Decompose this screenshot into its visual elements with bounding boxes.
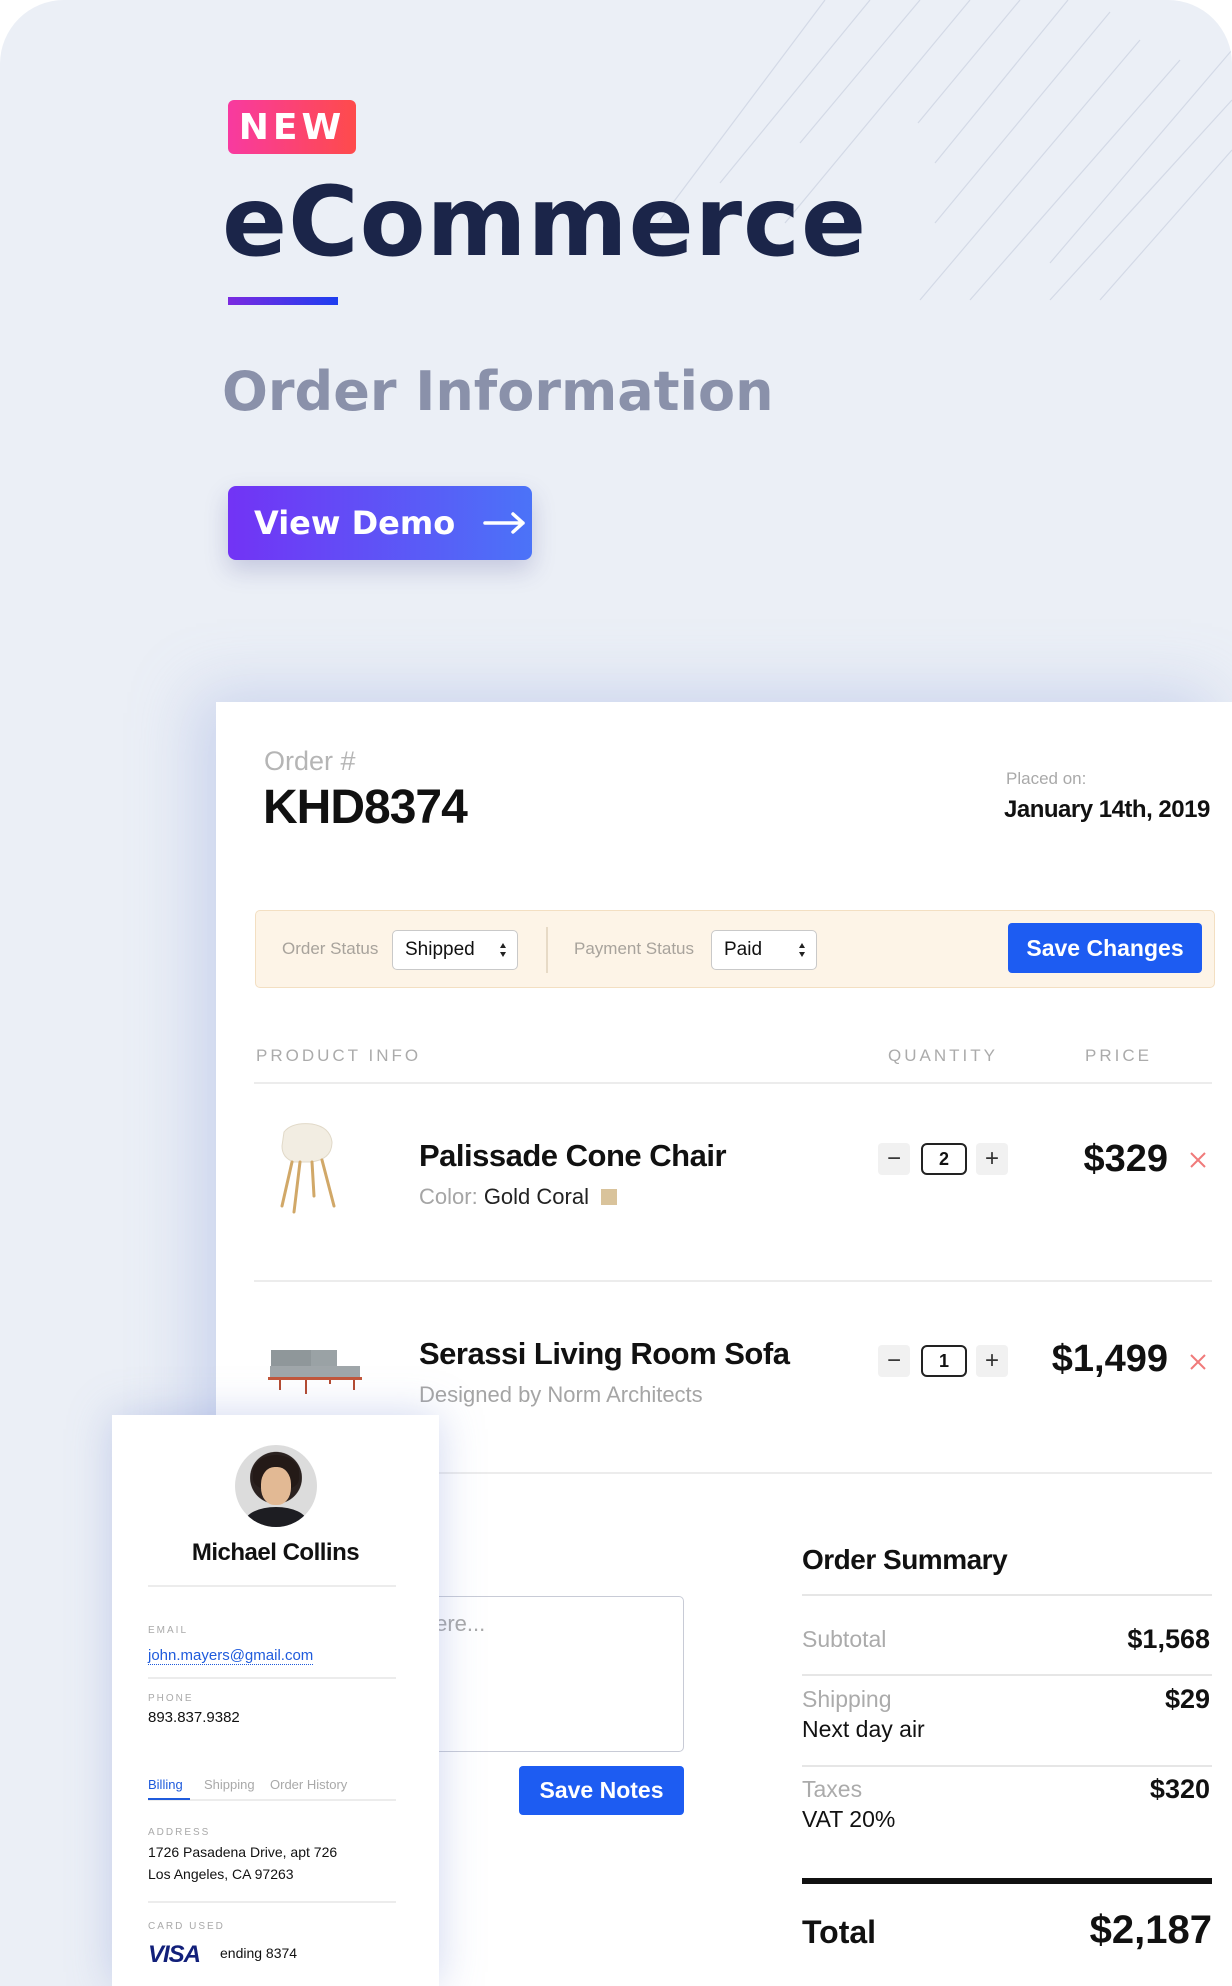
divider [148,1901,396,1903]
placed-on-label: Placed on: [1006,769,1087,788]
payment-status-label: Payment Status [574,939,695,958]
address-label: ADDRESS [148,1827,211,1838]
quantity-decrease-button[interactable]: − [878,1345,910,1377]
save-notes-button[interactable]: Save Notes [519,1766,684,1815]
chair-icon [280,1123,336,1214]
visa-icon: VISA [148,1941,201,1968]
order-summary-title: Order Summary [802,1544,1008,1575]
divider [254,1280,1212,1282]
avatar-face [261,1467,291,1505]
save-changes-button[interactable]: Save Changes [1008,923,1202,973]
tab-order-history[interactable]: Order History [270,1777,347,1792]
tab-shipping[interactable]: Shipping [204,1777,255,1792]
avatar-shirt [245,1507,307,1527]
phone-label: PHONE [148,1693,194,1704]
hero-subtitle: Order Information [222,360,774,423]
quantity-value[interactable]: 2 [921,1143,967,1175]
active-tab-indicator [148,1798,190,1800]
quantity-value[interactable]: 1 [921,1345,967,1377]
remove-item-icon[interactable] [1188,1352,1208,1372]
email-link[interactable]: john.mayers@gmail.com [148,1647,314,1665]
column-header-product: PRODUCT INFO [256,1046,422,1065]
quantity-decrease-button[interactable]: − [878,1143,910,1175]
customer-card: Michael Collins EMAIL john.mayers@gmail.… [112,1415,439,1986]
page-background: NEW eCommerce Order Information View Dem… [0,0,1232,1986]
select-arrows-icon [500,943,506,957]
product-color-label: Color: [419,1184,478,1209]
order-number: KHD8374 [263,781,468,834]
color-swatch [600,1189,617,1205]
email-label: EMAIL [148,1625,189,1636]
hero-title: eCommerce [222,166,868,278]
product-name: Serassi Living Room Sofa [419,1336,790,1371]
order-status-select[interactable]: Shipped [392,930,518,970]
order-status-value: Shipped [405,939,475,960]
divider [254,1082,1212,1084]
sofa-icon [268,1350,362,1394]
subtotal-label: Subtotal [802,1626,887,1652]
taxes-detail: VAT 20% [802,1806,896,1832]
total-value: $2,187 [1089,1908,1212,1952]
status-divider [546,927,548,973]
customer-name: Michael Collins [191,1539,360,1566]
product-price: $1,499 [1051,1338,1168,1380]
product-color: Color: Gold Coral [419,1184,617,1210]
total-divider [802,1878,1212,1884]
product-price: $329 [1083,1138,1168,1180]
column-header-price: PRICE [1085,1046,1152,1065]
view-demo-button[interactable]: View Demo [228,486,532,560]
divider [802,1594,1212,1596]
address-line-1: 1726 Pasadena Drive, apt 726 [148,1844,338,1860]
divider [148,1585,396,1587]
shipping-label: Shipping [802,1686,892,1712]
select-arrows-icon [799,943,805,957]
title-underline [228,297,338,305]
divider [148,1677,396,1679]
view-demo-label: View Demo [254,504,456,542]
product-color-value: Gold Coral [483,1184,589,1209]
taxes-label: Taxes [802,1776,863,1802]
order-status-label: Order Status [282,939,379,958]
card-ending: ending 8374 [220,1945,298,1961]
arrow-right-icon [483,512,525,534]
new-badge: NEW [228,100,356,154]
payment-status-value: Paid [724,939,763,960]
address-line-2: Los Angeles, CA 97263 [148,1866,294,1882]
tab-billing[interactable]: Billing [148,1777,183,1792]
placed-on-date: January 14th, 2019 [1004,796,1210,823]
payment-status-select[interactable]: Paid [711,930,817,970]
taxes-value: $320 [1149,1774,1210,1804]
product-name: Palissade Cone Chair [419,1138,727,1173]
avatar [235,1445,317,1527]
order-number-label: Order # [264,746,356,776]
remove-item-icon[interactable] [1188,1150,1208,1170]
divider [802,1674,1212,1676]
shipping-method: Next day air [802,1716,925,1742]
column-header-quantity: QUANTITY [888,1046,998,1065]
shipping-value: $29 [1164,1684,1210,1714]
subtotal-value: $1,568 [1127,1624,1210,1654]
divider [802,1765,1212,1767]
product-designer: Designed by Norm Architects [419,1382,703,1407]
status-bar: Order Status Shipped Payment Status Paid… [255,910,1215,988]
total-label: Total [802,1914,877,1950]
phone-value: 893.837.9382 [148,1709,240,1726]
card-used-label: CARD USED [148,1921,225,1932]
